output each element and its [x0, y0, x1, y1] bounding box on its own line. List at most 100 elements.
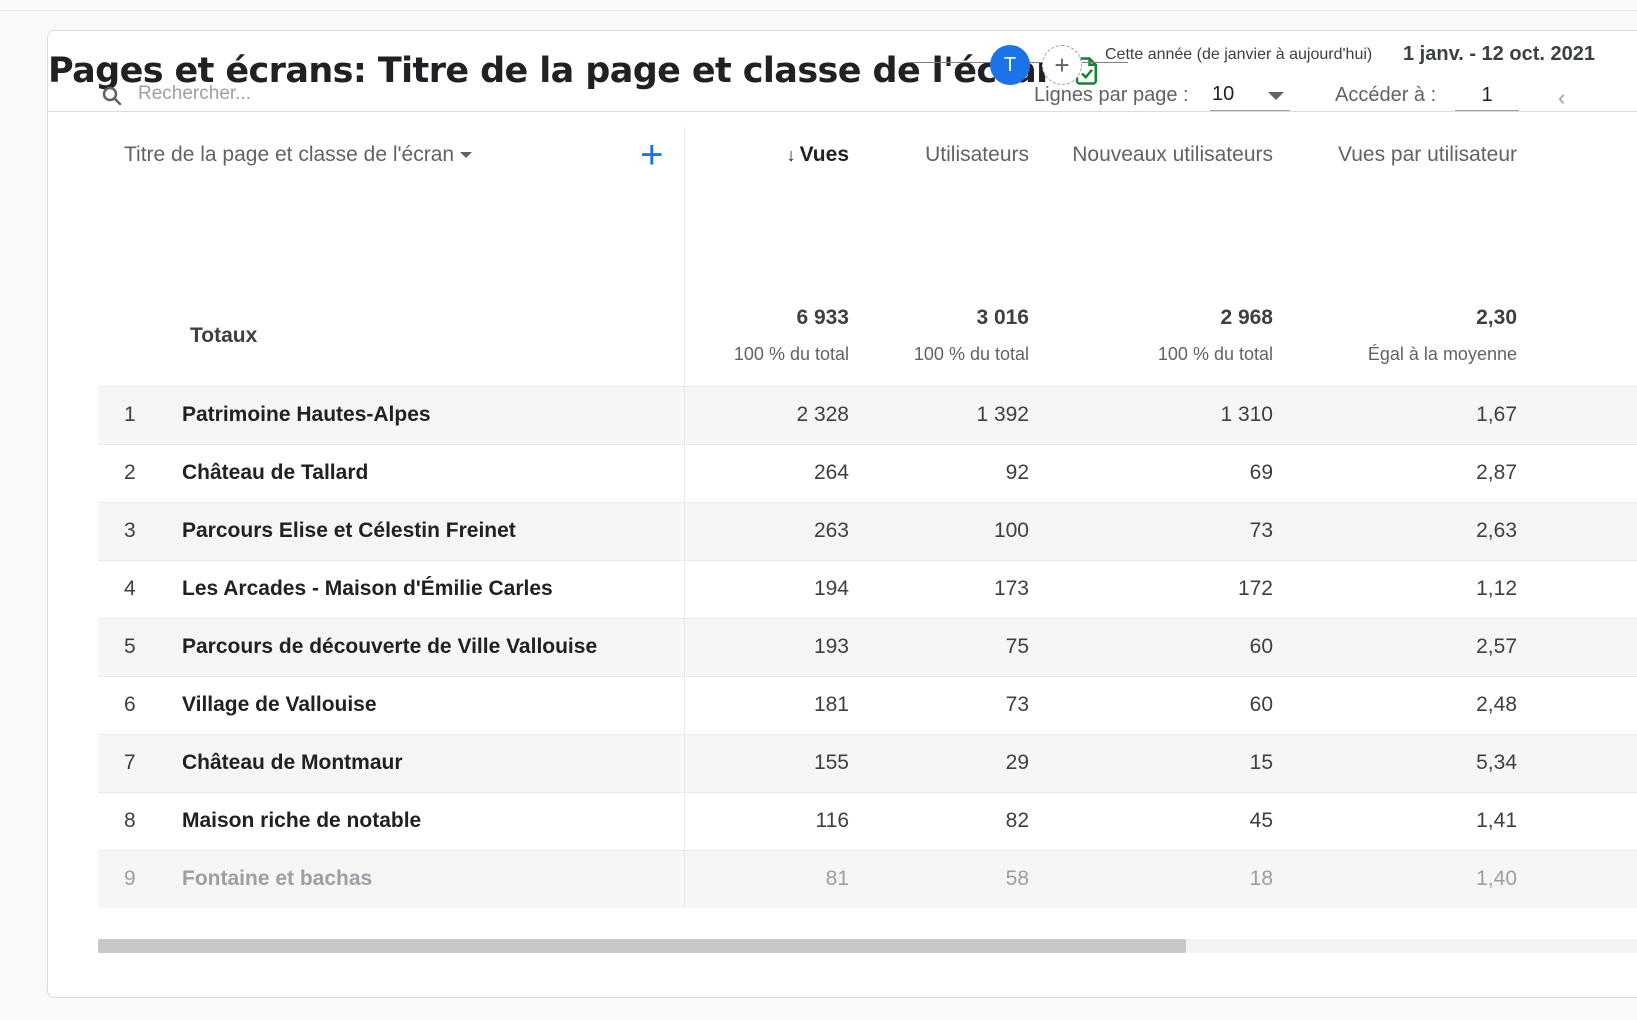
column-header-users[interactable]: Utilisateurs [849, 126, 1029, 286]
row-views: 263 [683, 501, 849, 560]
row-page-title: Parcours de découverte de Ville Vallouis… [182, 617, 684, 676]
add-comparison-button[interactable]: + [1042, 45, 1082, 85]
row-index: 6 [98, 675, 182, 734]
totals-new-users: 2 968 100 % du total [1029, 286, 1273, 386]
row-page-title: Village de Vallouise [182, 675, 684, 734]
row-views-per-user: 1,40 [1273, 849, 1517, 908]
row-page-title: Maison riche de notable [182, 791, 684, 850]
row-views-per-user: 2,63 [1273, 501, 1517, 560]
row-spacer [1517, 385, 1637, 444]
goto-page-label: Accéder à : [1335, 84, 1437, 106]
totals-views-per-user-value: 2,30 [1476, 305, 1517, 329]
row-users: 29 [849, 733, 1029, 792]
search-input[interactable] [138, 83, 438, 105]
chevron-down-icon [1268, 92, 1284, 100]
table-row[interactable]: 3 Parcours Elise et Célestin Freinet 263 10… [98, 501, 1637, 560]
row-views: 2 328 [683, 385, 849, 444]
row-spacer [1517, 559, 1637, 618]
row-views: 81 [683, 849, 849, 908]
row-new-users: 60 [1029, 617, 1273, 676]
row-new-users: 1 310 [1029, 385, 1273, 444]
table-body: 1 Patrimoine Hautes-Alpes 2 328 1 392 1 310 1… [98, 385, 1637, 908]
rows-per-page-value: 10 [1212, 83, 1235, 105]
row-views: 193 [683, 617, 849, 676]
column-header-views-per-user[interactable]: Vues par utilisateur [1273, 126, 1517, 286]
column-header-views[interactable]: ↓ Vues [683, 126, 849, 286]
row-index: 4 [98, 559, 182, 618]
row-page-title: Château de Montmaur [182, 733, 684, 792]
row-users: 92 [849, 443, 1029, 502]
row-index: 5 [98, 617, 182, 676]
table-row[interactable]: 9 Fontaine et bachas 81 58 18 1,40 [98, 849, 1637, 908]
totals-views-per-user-sub: Égal à la moyenne [1367, 343, 1517, 364]
row-views: 264 [683, 443, 849, 502]
table-header-row: Titre de la page et classe de l'écran + … [98, 126, 1637, 286]
search-icon [100, 84, 124, 108]
column-header-users-label: Utilisateurs [925, 143, 1029, 166]
row-views-per-user: 1,12 [1273, 559, 1517, 618]
row-views-per-user: 5,34 [1273, 733, 1517, 792]
row-users: 58 [849, 849, 1029, 908]
row-spacer [1517, 791, 1637, 850]
avatar[interactable]: T [990, 45, 1030, 85]
dimension-column-header[interactable]: Titre de la page et classe de l'écran + [98, 126, 684, 286]
row-views: 155 [683, 733, 849, 792]
row-new-users: 73 [1029, 501, 1273, 560]
row-views: 116 [683, 791, 849, 850]
add-dimension-icon[interactable]: + [640, 135, 663, 175]
totals-views: 6 933 100 % du total [683, 286, 849, 386]
totals-views-per-user: 2,30 Égal à la moyenne [1273, 286, 1517, 386]
row-spacer [1517, 443, 1637, 502]
row-index: 7 [98, 733, 182, 792]
table-row[interactable]: 2 Château de Tallard 264 92 69 2,87 [98, 443, 1637, 502]
row-views-per-user: 1,67 [1273, 385, 1517, 444]
table-row[interactable]: 5 Parcours de découverte de Ville Valloui… [98, 617, 1637, 676]
horizontal-scrollbar-thumb[interactable] [98, 939, 1186, 953]
report-card: Pages et écrans: Titre de la page et cla… [47, 30, 1637, 998]
table-row[interactable]: 6 Village de Vallouise 181 73 60 2,48 [98, 675, 1637, 734]
date-range-value[interactable]: 1 janv. - 12 oct. 2021 [1403, 43, 1595, 66]
row-spacer [1517, 733, 1637, 792]
totals-users-sub: 100 % du total [913, 343, 1029, 364]
row-spacer [1517, 501, 1637, 560]
totals-new-users-value: 2 968 [1220, 305, 1273, 329]
row-views-per-user: 2,48 [1273, 675, 1517, 734]
row-views: 181 [683, 675, 849, 734]
dimension-header-label: Titre de la page et classe de l'écran [124, 143, 455, 166]
table-row[interactable]: 8 Maison riche de notable 116 82 45 1,41 [98, 791, 1637, 850]
totals-views-value: 6 933 [796, 305, 849, 329]
caret-down-icon[interactable] [460, 152, 473, 159]
row-new-users: 15 [1029, 733, 1273, 792]
row-index: 9 [98, 849, 182, 908]
row-index: 2 [98, 443, 182, 502]
row-spacer [1517, 675, 1637, 734]
table-row[interactable]: 4 Les Arcades - Maison d'Émilie Carles 194… [98, 559, 1637, 618]
row-index: 1 [98, 385, 182, 444]
row-page-title: Fontaine et bachas [182, 849, 684, 908]
row-views-per-user: 2,57 [1273, 617, 1517, 676]
sort-desc-icon: ↓ [786, 145, 796, 165]
row-views-per-user: 2,87 [1273, 443, 1517, 502]
goto-page-input[interactable]: 1 [1455, 79, 1519, 111]
column-header-new-users[interactable]: Nouveaux utilisateurs [1029, 126, 1273, 286]
row-index: 3 [98, 501, 182, 560]
date-range-label[interactable]: Cette année (de janvier à aujourd'hui) [1105, 46, 1372, 64]
table-row[interactable]: 1 Patrimoine Hautes-Alpes 2 328 1 392 1 310 1… [98, 385, 1637, 444]
column-header-spacer [1517, 126, 1637, 286]
header-divider [48, 111, 1637, 112]
totals-new-users-sub: 100 % du total [1157, 343, 1273, 364]
row-new-users: 18 [1029, 849, 1273, 908]
row-page-title: Parcours Elise et Célestin Freinet [182, 501, 684, 560]
rows-per-page-select[interactable]: 10 [1210, 79, 1290, 111]
chevron-left-icon[interactable]: ‹ [1558, 85, 1565, 111]
row-index: 8 [98, 791, 182, 850]
row-users: 82 [849, 791, 1029, 850]
totals-views-sub: 100 % du total [733, 343, 849, 364]
totals-label: Totaux [190, 323, 258, 347]
row-new-users: 69 [1029, 443, 1273, 502]
row-users: 173 [849, 559, 1029, 618]
row-page-title: Les Arcades - Maison d'Émilie Carles [182, 559, 684, 618]
row-spacer [1517, 617, 1637, 676]
row-views-per-user: 1,41 [1273, 791, 1517, 850]
table-row[interactable]: 7 Château de Montmaur 155 29 15 5,34 [98, 733, 1637, 792]
